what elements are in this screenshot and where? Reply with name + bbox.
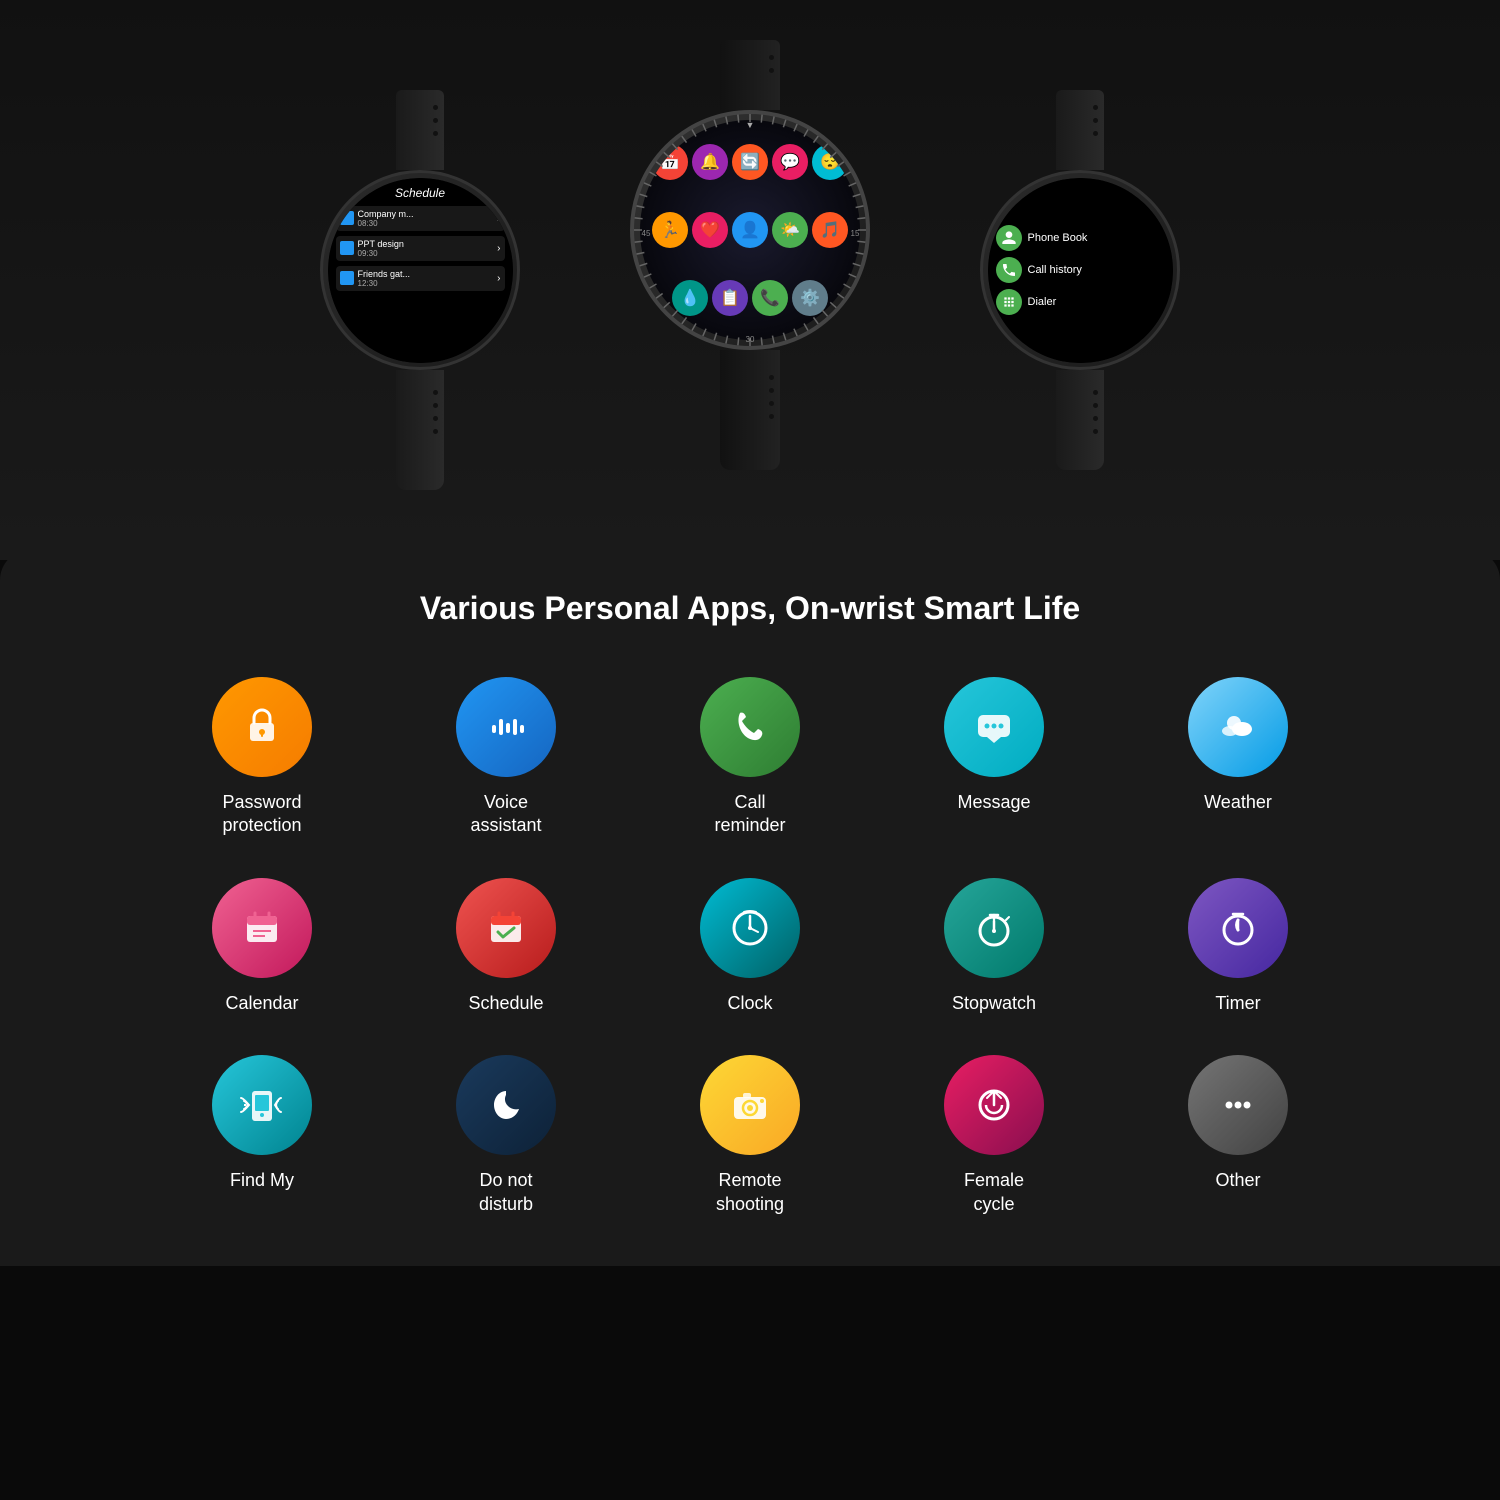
app-item-stopwatch: Stopwatch — [882, 878, 1106, 1015]
schedule-item-3: Friends gat... 12:30 › — [336, 266, 505, 291]
app-item-schedule: Schedule — [394, 878, 618, 1015]
app-item-do-not-disturb: Do not disturb — [394, 1055, 618, 1216]
left-watch: Schedule Company m... 08:30 › — [320, 90, 520, 490]
app-circle-schedule — [456, 878, 556, 978]
app-item-remote-shooting: Remote shooting — [638, 1055, 862, 1216]
app-circle-voice-assistant — [456, 677, 556, 777]
app-item-password-protection: Password protection — [150, 677, 374, 838]
app-label-schedule: Schedule — [468, 992, 543, 1015]
watch-app-icon: 🌤️ — [772, 212, 808, 248]
app-label-clock: Clock — [727, 992, 772, 1015]
app-circle-timer — [1188, 878, 1288, 978]
watches-container: Schedule Company m... 08:30 › — [300, 30, 1200, 550]
section-title: Various Personal Apps, On-wrist Smart Li… — [60, 590, 1440, 627]
app-label-password-protection: Password protection — [222, 791, 301, 838]
app-item-female-cycle: Female cycle — [882, 1055, 1106, 1216]
app-item-timer: Timer — [1126, 878, 1350, 1015]
app-label-other: Other — [1215, 1169, 1260, 1192]
features-section: Various Personal Apps, On-wrist Smart Li… — [0, 550, 1500, 1266]
app-label-remote-shooting: Remote shooting — [716, 1169, 784, 1216]
app-circle-other — [1188, 1055, 1288, 1155]
watch-app-icon: ❤️ — [692, 212, 728, 248]
app-label-calendar: Calendar — [225, 992, 298, 1015]
watch-app-icon: 💧 — [672, 280, 708, 316]
app-item-other: Other — [1126, 1055, 1350, 1216]
schedule-item-1: Company m... 08:30 › — [336, 206, 505, 231]
app-circle-call-reminder — [700, 677, 800, 777]
app-label-female-cycle: Female cycle — [964, 1169, 1024, 1216]
app-circle-remote-shooting — [700, 1055, 800, 1155]
watch-app-icon: 📅 — [652, 144, 688, 180]
app-circle-password-protection — [212, 677, 312, 777]
app-label-stopwatch: Stopwatch — [952, 992, 1036, 1015]
app-item-message: Message — [882, 677, 1106, 838]
watch-app-icon: 🏃 — [652, 212, 688, 248]
app-item-weather: Weather — [1126, 677, 1350, 838]
watch-app-icon: 👤 — [732, 212, 768, 248]
app-label-do-not-disturb: Do not disturb — [479, 1169, 533, 1216]
schedule-title: Schedule — [336, 186, 505, 200]
app-label-find-my: Find My — [230, 1169, 294, 1192]
right-watch: Phone Book Call history — [980, 90, 1180, 470]
app-circle-do-not-disturb — [456, 1055, 556, 1155]
app-item-calendar: Calendar — [150, 878, 374, 1015]
app-item-find-my: Find My — [150, 1055, 374, 1216]
watch-app-icon: 🔄 — [732, 144, 768, 180]
center-watch: ▼ 30 45 15 📅🔔🔄💬😴🏃❤️👤🌤️🎵💧📋📞⚙️ — [630, 40, 870, 470]
schedule-item-2: PPT design 09:30 › — [336, 236, 505, 261]
watch-app-icon: 🎵 — [812, 212, 848, 248]
watch-app-icon: 💬 — [772, 144, 808, 180]
phonebook-item-1: Phone Book — [996, 225, 1165, 251]
watch-app-icon: 😴 — [812, 144, 848, 180]
app-label-weather: Weather — [1204, 791, 1272, 814]
app-label-timer: Timer — [1215, 992, 1260, 1015]
app-item-voice-assistant: Voice assistant — [394, 677, 618, 838]
app-circle-find-my — [212, 1055, 312, 1155]
app-circle-calendar — [212, 878, 312, 978]
watch-app-icon: 📋 — [712, 280, 748, 316]
app-label-message: Message — [957, 791, 1030, 814]
watch-app-icon: ⚙️ — [792, 280, 828, 316]
watch-app-icon: 📞 — [752, 280, 788, 316]
app-label-call-reminder: Call reminder — [714, 791, 785, 838]
watch-app-icon: 🔔 — [692, 144, 728, 180]
app-item-call-reminder: Call reminder — [638, 677, 862, 838]
watches-section: Schedule Company m... 08:30 › — [0, 0, 1500, 560]
phonebook-item-3: Dialer — [996, 289, 1165, 315]
app-circle-female-cycle — [944, 1055, 1044, 1155]
app-circle-stopwatch — [944, 878, 1044, 978]
apps-grid: Password protection Voice assistant Call r… — [150, 677, 1350, 1216]
app-circle-clock — [700, 878, 800, 978]
app-circle-weather — [1188, 677, 1288, 777]
app-label-voice-assistant: Voice assistant — [470, 791, 541, 838]
app-item-clock: Clock — [638, 878, 862, 1015]
app-circle-message — [944, 677, 1044, 777]
phonebook-item-2: Call history — [996, 257, 1165, 283]
